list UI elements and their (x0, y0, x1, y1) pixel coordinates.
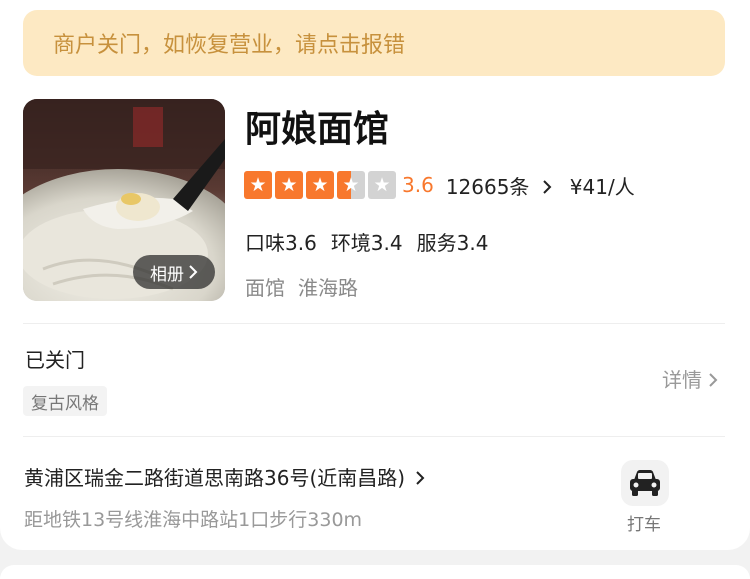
chevron-right-icon (543, 179, 552, 194)
taxi-label: 打车 (627, 515, 661, 535)
sub-scores: 口味3.6 环境3.4 服务3.4 (245, 227, 488, 256)
service-score: 服务3.4 (416, 231, 489, 255)
review-count: 12665条 (445, 174, 530, 199)
star-icon: ★ (275, 171, 303, 199)
closed-notice-text: 商户关门，如恢复营业，请点击报错 (53, 33, 406, 58)
star-half-icon: ★ (337, 171, 365, 199)
price-per-person: ¥41/人 (569, 174, 635, 199)
shop-photo[interactable]: 相册 (23, 99, 225, 301)
business-status: 已关门 (25, 348, 85, 372)
environment-score: 环境3.4 (330, 231, 403, 255)
taxi-button[interactable] (621, 460, 669, 506)
star-empty-icon: ★ (368, 171, 396, 199)
category-tag: 面馆 (245, 276, 285, 300)
divider (23, 436, 725, 437)
chevron-right-icon (709, 373, 718, 387)
album-button-label: 相册 (150, 264, 184, 285)
star-rating: ★ ★ ★ ★ ★ (244, 171, 396, 199)
detail-link[interactable]: 详情 (662, 364, 718, 393)
star-icon: ★ (306, 171, 334, 199)
closed-notice-banner[interactable]: 商户关门，如恢复营业，请点击报错 (23, 10, 725, 76)
next-card-edge (0, 565, 750, 579)
chevron-right-icon (416, 471, 425, 485)
metro-distance: 距地铁13号线淮海中路站1口步行330m (24, 509, 363, 531)
shop-tags: 面馆 淮海路 (245, 272, 358, 301)
album-button[interactable]: 相册 (133, 255, 215, 289)
taste-score: 口味3.6 (245, 231, 317, 255)
address-link[interactable]: 黄浦区瑞金二路街道思南路36号(近南昌路) (24, 462, 425, 491)
rating-row[interactable]: ★ ★ ★ ★ ★ 3.6 12665条 ¥41/人 (244, 170, 635, 200)
divider (23, 323, 725, 324)
address-text: 黄浦区瑞金二路街道思南路36号(近南昌路) (24, 466, 406, 490)
style-tag: 复古风格 (23, 386, 107, 416)
star-icon: ★ (244, 171, 272, 199)
area-tag: 淮海路 (298, 276, 358, 300)
review-count-link[interactable]: 12665条 (446, 171, 552, 200)
car-icon (630, 470, 660, 496)
detail-label: 详情 (662, 368, 702, 392)
chevron-right-icon (189, 265, 198, 279)
rating-score: 3.6 (402, 173, 434, 197)
shop-name: 阿娘面馆 (245, 109, 390, 150)
shop-card: 商户关门，如恢复营业，请点击报错 相册 阿娘面馆 ★ ★ ★ ★ ★ 3.6 1… (0, 0, 750, 550)
